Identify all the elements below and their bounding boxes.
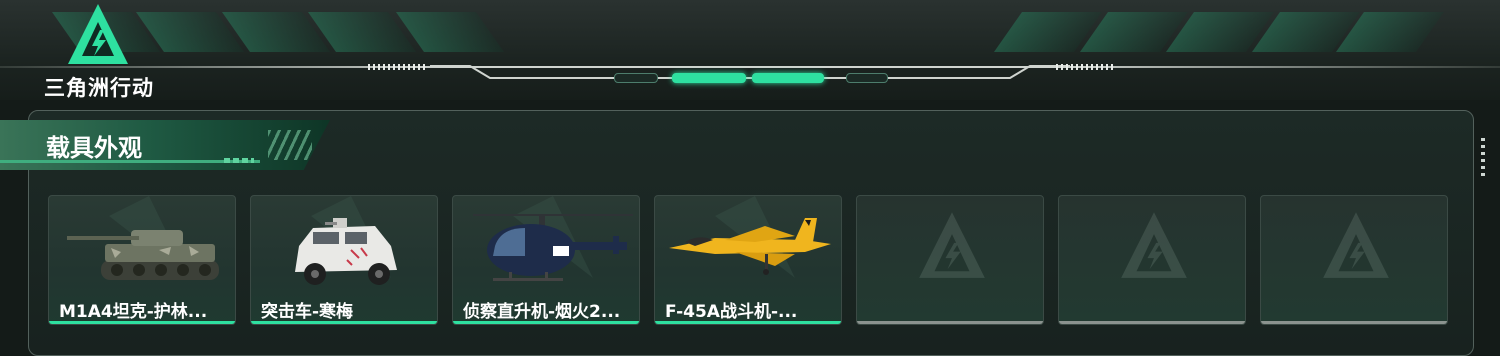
vehicle-name: 侦察直升机-烟火2... xyxy=(463,302,621,322)
helicopter-icon xyxy=(473,196,633,281)
owned-indicator-bar xyxy=(655,321,841,324)
empty-indicator-bar xyxy=(1261,321,1447,324)
hud-ticks-left xyxy=(368,64,428,70)
armored-car-icon xyxy=(295,196,397,285)
header-slash-decoration xyxy=(268,130,312,160)
empty-indicator-bar xyxy=(1059,321,1245,324)
game-logo-text: 三角洲行动 xyxy=(44,76,154,100)
page-indicator-dot[interactable] xyxy=(614,73,658,83)
owned-indicator-bar xyxy=(251,321,437,324)
vehicle-card[interactable]: 侦察直升机-烟火2... xyxy=(452,195,640,325)
header-accent-bar xyxy=(224,158,254,163)
empty-vehicle-slot[interactable] xyxy=(1260,195,1448,325)
owned-indicator-bar xyxy=(453,321,639,324)
delta-triangle-icon xyxy=(1323,212,1389,278)
owned-indicator-bar xyxy=(49,321,235,324)
tank-icon xyxy=(67,196,219,280)
section-title: 载具外观 xyxy=(46,134,142,162)
delta-triangle-icon xyxy=(919,212,985,278)
vehicle-name: F-45A战斗机-... xyxy=(665,302,798,322)
delta-logo-icon xyxy=(68,4,128,64)
empty-vehicle-slot[interactable] xyxy=(856,195,1044,325)
vehicle-name: 突击车-寒梅 xyxy=(261,302,354,322)
hud-ticks-right xyxy=(1056,64,1116,70)
page-indicator-active[interactable] xyxy=(752,73,824,83)
delta-triangle-icon xyxy=(1121,212,1187,278)
scroll-indicator[interactable] xyxy=(1481,138,1485,178)
page-indicator-active[interactable] xyxy=(672,73,746,83)
vehicle-name: M1A4坦克-护林... xyxy=(59,302,208,322)
empty-indicator-bar xyxy=(857,321,1043,324)
vehicle-card[interactable]: 突击车-寒梅 xyxy=(250,195,438,325)
page-indicator-dot[interactable] xyxy=(846,73,888,83)
vehicle-card[interactable]: F-45A战斗机-... xyxy=(654,195,842,325)
fighter-jet-icon xyxy=(669,196,831,278)
hud-center-notch xyxy=(430,65,1070,79)
vehicle-card[interactable]: M1A4坦克-护林... xyxy=(48,195,236,325)
empty-vehicle-slot[interactable] xyxy=(1058,195,1246,325)
